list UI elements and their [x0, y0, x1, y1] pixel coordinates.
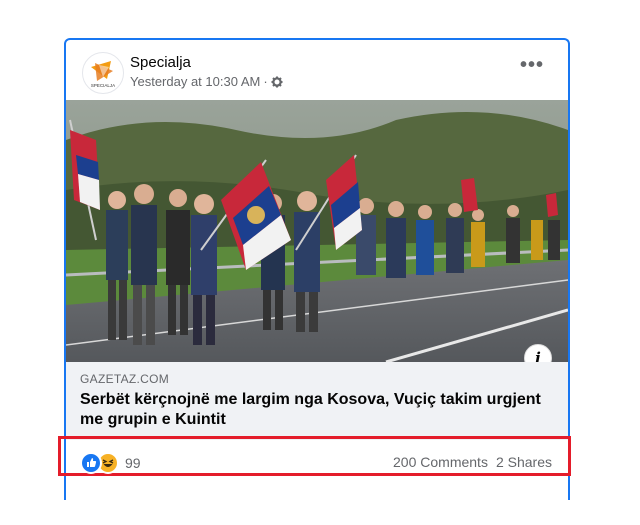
- post-meta: Yesterday at 10:30 AM ·: [130, 74, 283, 89]
- gear-icon[interactable]: [271, 76, 283, 88]
- post-timestamp[interactable]: Yesterday at 10:30 AM: [130, 74, 260, 89]
- post-card: SPECIALJA Specialja Yesterday at 10:30 A…: [64, 38, 570, 500]
- avatar-text: SPECIALJA: [91, 83, 115, 88]
- meta-separator: ·: [263, 74, 268, 89]
- page-name[interactable]: Specialja: [130, 54, 191, 71]
- like-icon: [80, 452, 102, 474]
- link-headline[interactable]: Serbët kërçnojnë me largim nga Kosova, V…: [80, 390, 550, 430]
- specialja-logo-icon: SPECIALJA: [91, 61, 115, 88]
- link-domain: GAZETAZ.COM: [80, 372, 170, 386]
- post-header: SPECIALJA Specialja Yesterday at 10:30 A…: [66, 40, 568, 100]
- more-dots-icon[interactable]: •••: [520, 55, 544, 75]
- marchers-with-flags-image: [66, 100, 568, 362]
- post-photo[interactable]: i: [66, 100, 568, 362]
- engagement-highlight-box: [58, 436, 571, 476]
- link-preview[interactable]: GAZETAZ.COM Serbët kërçnojnë me largim n…: [66, 362, 568, 440]
- page-avatar[interactable]: SPECIALJA: [82, 52, 124, 94]
